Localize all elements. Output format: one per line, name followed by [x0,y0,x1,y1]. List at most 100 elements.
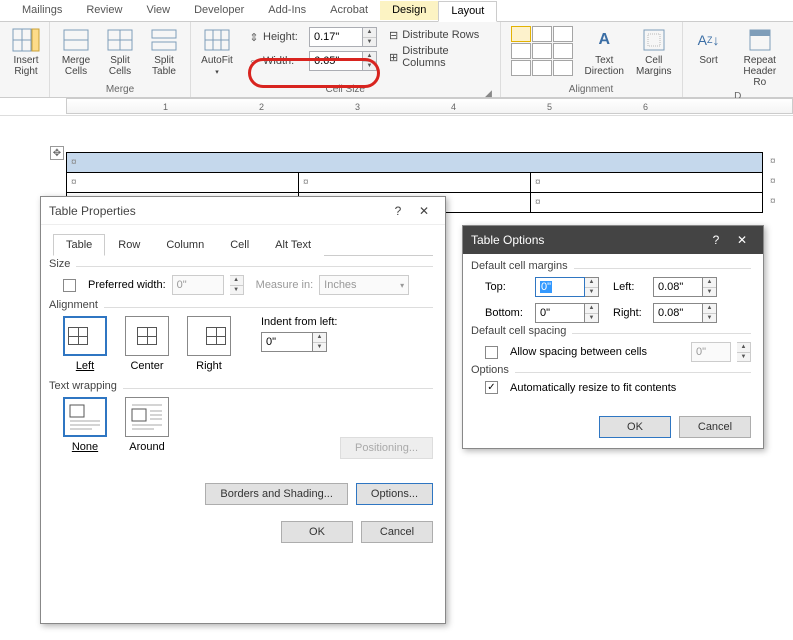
tp-prefwidth-spinner: ▲▼ [230,275,244,295]
tp-options-button[interactable]: Options... [356,483,433,505]
tp-ok-button[interactable]: OK [281,521,353,543]
repeat-header-button[interactable]: Repeat Header Ro [731,24,789,90]
to-options-label: Options [471,364,515,376]
to-autoresize-label: Automatically resize to fit contents [510,382,676,394]
tp-tab-column[interactable]: Column [153,234,217,256]
width-input[interactable]: 6.65" [309,51,363,71]
distribute-columns-button[interactable]: ⊞Distribute Columns [389,46,490,68]
merge-cells-button[interactable]: Merge Cells [54,24,98,79]
to-right-spinner[interactable]: ▲▼ [703,303,717,323]
to-titlebar[interactable]: Table Options ? ✕ [463,226,763,254]
to-left-spinner[interactable]: ▲▼ [703,277,717,297]
tab-developer[interactable]: Developer [182,1,256,20]
tp-measure-label: Measure in: [256,279,313,291]
to-help-button[interactable]: ? [703,230,729,250]
to-margins-label: Default cell margins [471,260,574,272]
tp-prefwidth-checkbox[interactable] [63,279,76,292]
tp-wrap-label: Text wrapping [49,380,123,392]
split-table-icon [149,26,179,54]
insert-right-icon [11,26,41,54]
tp-indent-label: Indent from left: [261,316,337,328]
to-right-input[interactable]: 0.08" [653,303,703,323]
width-spinner[interactable]: ▲▼ [363,51,377,71]
tab-acrobat[interactable]: Acrobat [318,1,380,20]
to-top-input[interactable]: 0" [535,277,585,297]
tp-indent-spinner[interactable]: ▲▼ [313,332,327,352]
tp-close-button[interactable]: ✕ [411,201,437,221]
text-direction-button[interactable]: AText Direction [579,24,630,79]
text-direction-icon: A [589,26,619,54]
table-move-handle[interactable]: ✥ [50,146,64,160]
tp-titlebar[interactable]: Table Properties ? ✕ [41,197,445,225]
ribbon: Insert Right Merge Cells Split Cells Spl… [0,22,793,98]
insert-right-button[interactable]: Insert Right [4,24,48,79]
tp-wrap-none[interactable]: None [63,397,107,453]
tab-layout[interactable]: Layout [438,1,497,22]
width-icon: ⇔ [245,55,263,67]
split-table-button[interactable]: Split Table [142,24,186,79]
distribute-rows-button[interactable]: ⊟Distribute Rows [389,24,490,46]
tab-review[interactable]: Review [74,1,134,20]
to-spacing-label: Default cell spacing [471,325,572,337]
to-top-spinner[interactable]: ▲▼ [585,277,599,297]
sort-icon: AZ↓ [694,26,724,54]
alignment-grid[interactable] [505,24,579,76]
tp-prefwidth-label: Preferred width: [88,279,166,291]
tp-tab-table[interactable]: Table [53,234,105,256]
autofit-icon [202,26,232,54]
to-top-label: Top: [485,281,535,293]
to-close-button[interactable]: ✕ [729,230,755,250]
to-left-input[interactable]: 0.08" [653,277,703,297]
to-spacing-spinner: ▲▼ [737,342,751,362]
distribute-rows-icon: ⊟ [389,29,398,42]
ruler: 1 2 3 4 5 6 [0,98,793,116]
to-cancel-button[interactable]: Cancel [679,416,751,438]
cell-margins-icon [639,26,669,54]
group-merge-label: Merge [54,83,186,97]
tp-measure-select: Inches▾ [319,275,409,295]
to-autoresize-checkbox[interactable]: ✓ [485,381,498,394]
tp-tab-row[interactable]: Row [105,234,153,256]
tp-align-left[interactable]: Left [63,316,107,372]
tab-design[interactable]: Design [380,1,438,20]
to-bottom-spinner[interactable]: ▲▼ [585,303,599,323]
cell-margins-button[interactable]: Cell Margins [630,24,678,79]
cellsize-launcher[interactable]: ◢ [484,86,494,96]
tp-size-label: Size [49,258,76,270]
tp-indent-input[interactable]: 0" [261,332,313,352]
menu-bar: Mailings Review View Developer Add-Ins A… [0,0,793,22]
tp-positioning-button: Positioning... [340,437,433,459]
to-allow-spacing-label: Allow spacing between cells [510,346,685,358]
merge-cells-icon [61,26,91,54]
tab-mailings[interactable]: Mailings [10,1,74,20]
to-bottom-input[interactable]: 0" [535,303,585,323]
tp-cancel-button[interactable]: Cancel [361,521,433,543]
tp-tab-cell[interactable]: Cell [217,234,262,256]
distribute-columns-icon: ⊞ [389,51,398,64]
to-bottom-label: Bottom: [485,307,535,319]
table-options-dialog: Table Options ? ✕ Default cell margins T… [462,225,764,449]
autofit-button[interactable]: AutoFit▾ [195,24,239,80]
height-spinner[interactable]: ▲▼ [363,27,377,47]
to-right-label: Right: [613,307,653,319]
repeat-header-icon [745,26,775,54]
tp-wrap-around[interactable]: Around [125,397,169,453]
tab-addins[interactable]: Add-Ins [256,1,318,20]
tp-help-button[interactable]: ? [385,201,411,221]
split-cells-button[interactable]: Split Cells [98,24,142,79]
sort-button[interactable]: AZ↓Sort [687,24,731,68]
group-cellsize-label: Cell Size [326,84,365,95]
height-icon: ⇕ [245,31,263,44]
tp-align-right[interactable]: Right [187,316,231,372]
height-input[interactable]: 0.17" [309,27,363,47]
tp-tabstrip: Table Row Column Cell Alt Text [53,233,433,256]
to-allow-spacing-checkbox[interactable] [485,346,498,359]
tp-align-center[interactable]: Center [125,316,169,372]
to-spacing-input: 0" [691,342,731,362]
tab-view[interactable]: View [134,1,182,20]
tp-borders-button[interactable]: Borders and Shading... [205,483,348,505]
tp-tab-alttext[interactable]: Alt Text [262,234,324,256]
to-ok-button[interactable]: OK [599,416,671,438]
table-properties-dialog: Table Properties ? ✕ Table Row Column Ce… [40,196,446,624]
group-alignment-label: Alignment [505,83,678,97]
